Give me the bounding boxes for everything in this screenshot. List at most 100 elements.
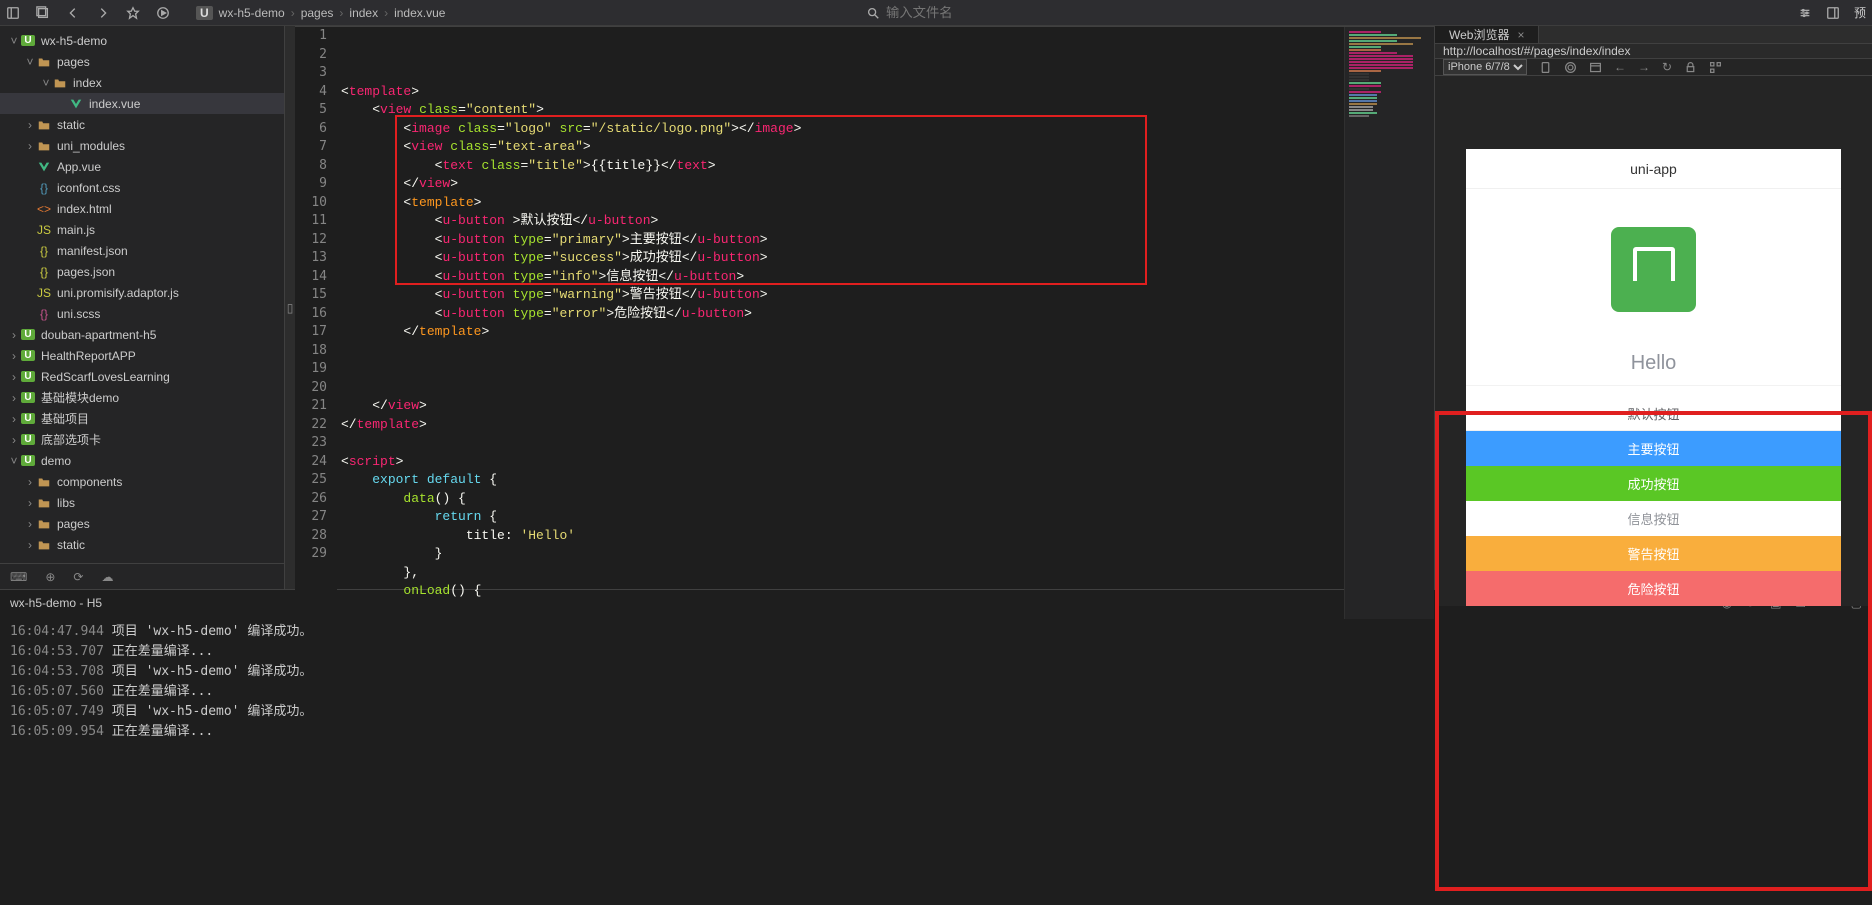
project-item[interactable]: ›Udouban-apartment-h5 — [0, 324, 284, 345]
folder-item[interactable]: › components — [0, 471, 284, 492]
project-item[interactable]: ›U底部选项卡 — [0, 429, 284, 450]
minimap[interactable] — [1344, 27, 1434, 619]
rotate-icon[interactable] — [1539, 61, 1552, 74]
url-input[interactable] — [1443, 44, 1864, 58]
twisty-icon: › — [8, 433, 20, 447]
file-type-icon: U — [20, 329, 36, 340]
save-all-icon[interactable] — [36, 6, 50, 20]
code-content[interactable]: <template> <view class="content"> <image… — [337, 27, 1344, 619]
file-item[interactable]: JSmain.js — [0, 219, 284, 240]
panel-left-icon[interactable] — [6, 6, 20, 20]
item-label: components — [57, 475, 278, 489]
hello-text: Hello — [1466, 352, 1841, 386]
log-line: 16:04:53.708 项目 'wx-h5-demo' 编译成功。 — [10, 662, 1862, 682]
log-line: 16:05:09.954 正在差量编译... — [10, 722, 1862, 742]
project-item[interactable]: ›UHealthReportAPP — [0, 345, 284, 366]
folder-item[interactable]: ›libs — [0, 492, 284, 513]
folder-item[interactable]: ›uni_modules — [0, 135, 284, 156]
search-input[interactable] — [886, 5, 1006, 20]
item-label: index.vue — [89, 97, 278, 111]
folder-item[interactable]: ˅index — [0, 72, 284, 93]
lock-icon[interactable] — [1684, 61, 1697, 74]
folder-item[interactable]: ˅pages — [0, 51, 284, 72]
file-item[interactable]: {}manifest.json — [0, 240, 284, 261]
u-button-warning[interactable]: 警告按钮 — [1466, 536, 1841, 571]
close-icon[interactable]: × — [1517, 28, 1524, 42]
preview-button[interactable]: 预 — [1854, 4, 1866, 21]
file-item[interactable]: {}pages.json — [0, 261, 284, 282]
item-label: 基础项目 — [41, 410, 278, 427]
gear-icon[interactable] — [1564, 61, 1577, 74]
device-select[interactable]: iPhone 6/7/8 — [1443, 59, 1527, 75]
file-item[interactable]: index.vue — [0, 93, 284, 114]
arrow-left-icon[interactable]: ← — [1614, 60, 1626, 74]
project-item[interactable]: ˅Udemo — [0, 450, 284, 471]
file-search — [866, 5, 1006, 20]
file-type-icon — [52, 76, 68, 90]
u-button-info[interactable]: 信息按钮 — [1466, 501, 1841, 536]
nav-back-icon[interactable] — [66, 6, 80, 20]
breadcrumb-item[interactable]: index.vue — [394, 6, 445, 20]
item-label: index.html — [57, 202, 278, 216]
file-type-icon: {} — [36, 181, 52, 195]
sidebar-resize-handle[interactable]: ▯ — [285, 26, 295, 589]
file-type-icon: {} — [36, 265, 52, 279]
app-body: Hello 默认按钮主要按钮成功按钮信息按钮警告按钮危险按钮 — [1466, 189, 1841, 606]
preview-toolbar: iPhone 6/7/8 ← → ↻ — [1435, 59, 1872, 76]
console-output[interactable]: 16:04:47.944 项目 'wx-h5-demo' 编译成功。16:04:… — [0, 616, 1872, 905]
app-logo — [1611, 227, 1696, 312]
settings-icon[interactable] — [1798, 6, 1812, 20]
project-item[interactable]: ›URedScarfLovesLearning — [0, 366, 284, 387]
file-type-icon — [36, 538, 52, 552]
console-panel: wx-h5-demo - H5 ◉ ⟳ ▣ ⇲ ⌃ ×▢ 16:04:47.94… — [0, 589, 1872, 905]
app-header: uni-app — [1466, 149, 1841, 189]
folder-item[interactable]: ›static — [0, 534, 284, 555]
star-icon[interactable] — [126, 6, 140, 20]
preview-panel: Web浏览器 × iPhone 6/7/8 ← → ↻ uni-app Hell… — [1434, 26, 1872, 589]
top-toolbar: U wx-h5-demo › pages › index › index.vue… — [0, 0, 1872, 26]
file-item[interactable]: {}uni.scss — [0, 303, 284, 324]
item-label: demo — [41, 454, 278, 468]
twisty-icon: ˅ — [8, 34, 20, 48]
cloud-icon[interactable]: ☁ — [101, 570, 113, 584]
preview-tab-browser[interactable]: Web浏览器 × — [1435, 26, 1539, 43]
item-label: uni.promisify.adaptor.js — [57, 286, 278, 300]
arrow-right-icon[interactable]: → — [1638, 60, 1650, 74]
breadcrumb-item[interactable]: index — [349, 6, 378, 20]
run-icon[interactable] — [156, 6, 170, 20]
breadcrumb-item[interactable]: pages — [301, 6, 334, 20]
refresh-icon[interactable]: ↻ — [1662, 60, 1672, 74]
twisty-icon: › — [24, 475, 36, 489]
project-item[interactable]: ›U基础项目 — [0, 408, 284, 429]
panel-right-icon[interactable] — [1826, 6, 1840, 20]
u-button-error[interactable]: 危险按钮 — [1466, 571, 1841, 606]
project-item[interactable]: ›U基础模块demo — [0, 387, 284, 408]
breadcrumb: U wx-h5-demo › pages › index › index.vue — [196, 6, 445, 20]
twisty-icon: ˅ — [40, 76, 52, 90]
item-label: static — [57, 538, 278, 552]
file-item[interactable]: App.vue — [0, 156, 284, 177]
file-type-icon: <> — [36, 202, 52, 216]
sync-icon[interactable]: ⟳ — [73, 570, 83, 584]
terminal-icon[interactable]: ⌨ — [10, 570, 27, 584]
item-label: uni.scss — [57, 307, 278, 321]
u-button-success[interactable]: 成功按钮 — [1466, 466, 1841, 501]
u-button-default[interactable]: 默认按钮 — [1466, 396, 1841, 431]
file-type-icon — [36, 475, 52, 489]
qrcode-icon[interactable] — [1709, 61, 1722, 74]
folder-item[interactable]: ›static — [0, 114, 284, 135]
window-icon[interactable] — [1589, 61, 1602, 74]
file-item[interactable]: {}iconfont.css — [0, 177, 284, 198]
file-item[interactable]: JSuni.promisify.adaptor.js — [0, 282, 284, 303]
project-item[interactable]: ˅Uwx-h5-demo — [0, 30, 284, 51]
code-editor[interactable]: 1234567891011121314151617181920212223242… — [295, 27, 1434, 619]
item-label: pages — [57, 55, 278, 69]
nav-forward-icon[interactable] — [96, 6, 110, 20]
breadcrumb-item[interactable]: wx-h5-demo — [219, 6, 285, 20]
folder-item[interactable]: ›pages — [0, 513, 284, 534]
phone-frame: uni-app Hello 默认按钮主要按钮成功按钮信息按钮警告按钮危险按钮 — [1466, 149, 1841, 606]
u-button-primary[interactable]: 主要按钮 — [1466, 431, 1841, 466]
file-item[interactable]: <> index.html — [0, 198, 284, 219]
bug-icon[interactable]: ⊕ — [45, 570, 55, 584]
file-tree[interactable]: ˅Uwx-h5-demo˅pages˅indexindex.vue›static… — [0, 26, 284, 563]
